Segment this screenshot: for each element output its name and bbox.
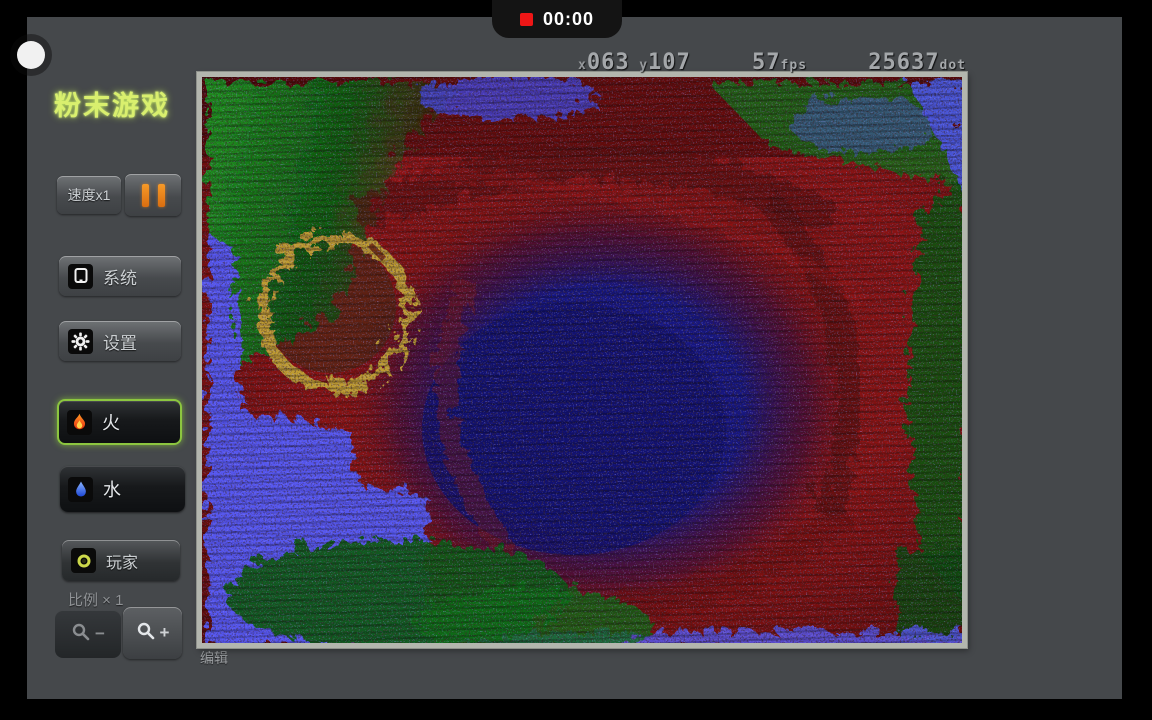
pause-button[interactable] (125, 174, 181, 216)
recording-dot-icon (519, 12, 533, 26)
zoom-in-sign: + (159, 623, 170, 642)
water-drop-icon (68, 476, 93, 502)
simulation-canvas[interactable] (202, 77, 962, 643)
player-ball-icon (71, 548, 96, 573)
sidebar-item-label: 设置 (103, 333, 137, 353)
speed-button[interactable]: 速度x1 (57, 176, 121, 214)
magnifier-icon (71, 622, 91, 647)
element-button-label: 火 (102, 413, 120, 433)
sidebar-item-label: 系统 (103, 268, 137, 288)
magnifier-icon (136, 621, 156, 646)
element-button-label: 水 (103, 480, 121, 500)
element-button-fire[interactable]: 火 (57, 399, 182, 445)
status-bar: x063 y107 57fps 25637dot (578, 50, 966, 75)
gear-icon (68, 328, 93, 354)
pause-icon (141, 183, 165, 207)
zoom-out-sign: − (95, 624, 105, 643)
zoom-in-button[interactable]: + (123, 607, 182, 659)
screen: 00:00 粉末游戏 x063 y107 57fps 25637dot 速度x1 (0, 0, 1152, 720)
element-button-water[interactable]: 水 (60, 466, 185, 512)
edit-mode-label: 编辑 (200, 650, 228, 666)
zoom-out-button[interactable]: − (55, 610, 121, 658)
monitor-icon (68, 263, 93, 289)
sidebar-item-system[interactable]: 系统 (59, 256, 181, 296)
sidebar-item-settings[interactable]: 设置 (59, 321, 181, 361)
scale-label: 比例 × 1 (68, 592, 124, 609)
fire-icon (67, 409, 92, 435)
fps-counter: 57fps (752, 50, 808, 75)
sidebar-item-label: 玩家 (106, 554, 139, 572)
recording-time: 00:00 (542, 8, 595, 29)
game-title: 粉末游戏 (54, 91, 170, 121)
dot-counter: 25637dot (868, 50, 966, 75)
cursor-coordinates: x063 y107 (578, 50, 691, 75)
canvas-frame (197, 72, 967, 648)
recording-indicator: 00:00 (492, 0, 622, 38)
sidebar-item-player[interactable]: 玩家 (62, 540, 180, 581)
assistive-touch-button[interactable] (17, 41, 45, 69)
